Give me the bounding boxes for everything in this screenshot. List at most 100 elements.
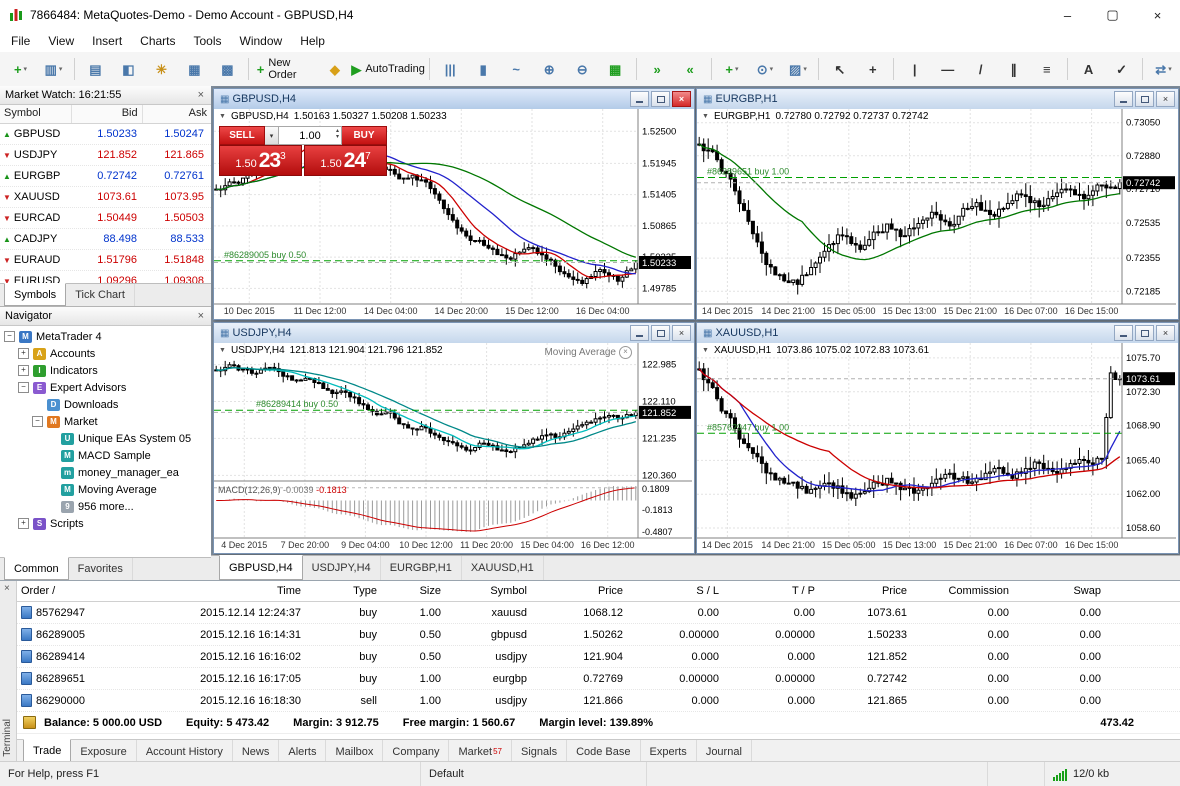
vertical-line-button[interactable]: | — [899, 57, 930, 82]
chart-restore-button[interactable] — [651, 91, 670, 107]
chart-close-button[interactable]: × — [672, 325, 691, 341]
zoom-out-button[interactable]: ⊖ — [567, 57, 598, 82]
oneclick-toggle-icon[interactable]: ▼ — [702, 113, 709, 120]
terminal-close-icon[interactable]: × — [4, 583, 10, 594]
order-row-86289651[interactable]: 86289651 2015.12.16 16:17:05 buy 1.00 eurgbp… — [17, 668, 1180, 690]
column-header-price[interactable]: Price — [531, 585, 627, 597]
terminal-tab-signals[interactable]: Signals — [512, 740, 568, 763]
chart-tab-eurgbp-h1[interactable]: EURGBP,H1 — [381, 556, 462, 580]
chart-tab-xauusd-h1[interactable]: XAUUSD,H1 — [462, 556, 544, 580]
periods-button[interactable]: ⊙ ▾ — [749, 57, 780, 82]
horizontal-line-button[interactable]: — — [932, 57, 963, 82]
order-row-86289414[interactable]: 86289414 2015.12.16 16:16:02 buy 0.50 usdjpy… — [17, 646, 1180, 668]
sell-price-button[interactable]: 1.50 23 3 — [219, 145, 302, 176]
terminal-tab-company[interactable]: Company — [383, 740, 450, 763]
templates-button[interactable]: ▨ ▾ — [782, 57, 813, 82]
minimize-button[interactable]: – — [1045, 0, 1090, 30]
terminal-tab-code-base[interactable]: Code Base — [567, 740, 641, 763]
zoom-in-button[interactable]: ⊕ — [534, 57, 565, 82]
terminal-tab-alerts[interactable]: Alerts — [279, 740, 327, 763]
new-order-button[interactable]: + New Order — [254, 57, 318, 82]
lot-size-input[interactable]: 1.00 ▴ ▾ — [279, 126, 342, 145]
chart-minimize-button[interactable] — [630, 325, 649, 341]
market-watch-close-icon[interactable]: × — [196, 89, 206, 101]
chart-plot[interactable]: #86289414 buy 0.50 MACD(12,26,9) -0.0039 … — [214, 343, 694, 553]
tile-windows-button[interactable]: ▦ — [600, 57, 631, 82]
terminal-tab-news[interactable]: News — [233, 740, 280, 763]
market-watch-row-usdjpy[interactable]: ▼ USDJPY 121.852 121.865 — [0, 145, 211, 166]
chart-tab-gbpusd-h4[interactable]: GBPUSD,H4 — [219, 555, 303, 580]
chart-titlebar[interactable]: ▦ GBPUSD,H4 × — [214, 89, 694, 110]
chart-titlebar[interactable]: ▦ XAUUSD,H1 × — [697, 323, 1178, 344]
tree-item-unique-eas-system-05[interactable]: U Unique EAs System 05 — [0, 430, 211, 447]
menu-view[interactable]: View — [39, 31, 83, 51]
column-header-price[interactable]: Price — [819, 585, 911, 597]
metaeditor-button[interactable]: ◆ — [319, 57, 350, 82]
market-watch-row-eurgbp[interactable]: ▲ EURGBP 0.72742 0.72761 — [0, 166, 211, 187]
new-chart-button[interactable]: + ▾ — [5, 57, 36, 82]
menu-charts[interactable]: Charts — [131, 31, 184, 51]
market-watch-row-xauusd[interactable]: ▼ XAUUSD 1073.61 1073.95 — [0, 187, 211, 208]
tree-item-indicators[interactable]: + I Indicators — [0, 362, 211, 379]
strategy-tester-button[interactable]: ▩ — [212, 57, 243, 82]
tree-item-downloads[interactable]: D Downloads — [0, 396, 211, 413]
oct-options-caret-icon[interactable]: ▾ — [265, 126, 279, 145]
data-window-button[interactable]: ◧ — [113, 57, 144, 82]
chart-window-usdjpy-h4[interactable]: ▦ USDJPY,H4 × #86289414 buy 0.50 MACD(12,… — [213, 322, 695, 554]
bar-chart-mode-button[interactable]: ||| — [435, 57, 466, 82]
cursor-button[interactable]: ↖ — [824, 57, 855, 82]
tree-item-accounts[interactable]: + A Accounts — [0, 345, 211, 362]
column-header-time[interactable]: Time — [129, 585, 305, 597]
chart-titlebar[interactable]: ▦ EURGBP,H1 × — [697, 89, 1178, 110]
tree-item-moving-average[interactable]: M Moving Average — [0, 481, 211, 498]
oneclick-toggle-icon[interactable]: ▼ — [219, 347, 226, 354]
fibonacci-button[interactable]: ≡ — [1031, 57, 1062, 82]
tab-favorites[interactable]: Favorites — [69, 558, 133, 580]
column-bid[interactable]: Bid — [72, 105, 143, 123]
collapse-box-icon[interactable]: − — [18, 382, 29, 393]
crosshair-button[interactable]: + — [857, 57, 888, 82]
column-header-commission[interactable]: Commission — [911, 585, 1013, 597]
column-header-order[interactable]: Order / — [17, 585, 129, 597]
market-watch-row-eurusd[interactable]: ▼ EURUSD 1.09296 1.09308 — [0, 271, 211, 283]
chart-close-button[interactable]: × — [1156, 91, 1175, 107]
line-chart-mode-button[interactable]: ~ — [501, 57, 532, 82]
collapse-box-icon[interactable]: − — [32, 416, 43, 427]
remove-indicator-icon[interactable]: × — [619, 346, 632, 359]
buy-price-button[interactable]: 1.50 24 7 — [304, 145, 387, 176]
tree-item-money-manager-ea[interactable]: m money_manager_ea — [0, 464, 211, 481]
chart-minimize-button[interactable] — [1114, 91, 1133, 107]
chart-window-eurgbp-h1[interactable]: ▦ EURGBP,H1 × #86289651 buy 1.00 0.73050 0… — [696, 88, 1179, 320]
trendline-button[interactable]: / — [965, 57, 996, 82]
terminal-button[interactable]: ▦ — [179, 57, 210, 82]
maximize-button[interactable]: ▢ — [1090, 0, 1135, 30]
arrow-objects-button[interactable]: ✓ — [1106, 57, 1137, 82]
expand-box-icon[interactable]: + — [18, 365, 29, 376]
column-header-type[interactable]: Type — [305, 585, 381, 597]
column-ask[interactable]: Ask — [143, 105, 211, 123]
close-button[interactable]: × — [1135, 0, 1180, 30]
tab-common[interactable]: Common — [4, 557, 69, 580]
tab-tick-chart[interactable]: Tick Chart — [66, 284, 135, 306]
oneclick-toggle-icon[interactable]: ▼ — [219, 113, 226, 120]
navigator-close-icon[interactable]: × — [196, 310, 206, 322]
chart-restore-button[interactable] — [1135, 91, 1154, 107]
equidistant-channel-button[interactable]: ∥ — [998, 57, 1029, 82]
collapse-box-icon[interactable]: − — [4, 331, 15, 342]
terminal-tab-journal[interactable]: Journal — [697, 740, 752, 763]
column-header-t-p[interactable]: T / P — [723, 585, 819, 597]
menu-file[interactable]: File — [2, 31, 39, 51]
chart-window-xauusd-h1[interactable]: ▦ XAUUSD,H1 × #85762947 buy 1.00 1075.70 1… — [696, 322, 1179, 554]
terminal-tab-market[interactable]: Market 57 — [449, 740, 512, 763]
market-watch-row-gbpusd[interactable]: ▲ GBPUSD 1.50233 1.50247 — [0, 124, 211, 145]
chart-minimize-button[interactable] — [1114, 325, 1133, 341]
navigator-button[interactable]: ✳ — [146, 57, 177, 82]
tree-item-metatrader-4[interactable]: − M MetaTrader 4 — [0, 328, 211, 345]
tree-item-scripts[interactable]: + S Scripts — [0, 515, 211, 532]
market-watch-button[interactable]: ▤ — [80, 57, 111, 82]
menu-help[interactable]: Help — [291, 31, 334, 51]
more-tools-button[interactable]: ⇄ ▾ — [1148, 57, 1179, 82]
tree-item-956-more[interactable]: 9 956 more... — [0, 498, 211, 515]
terminal-tab-trade[interactable]: Trade — [23, 739, 72, 763]
terminal-tab-exposure[interactable]: Exposure — [71, 740, 137, 763]
